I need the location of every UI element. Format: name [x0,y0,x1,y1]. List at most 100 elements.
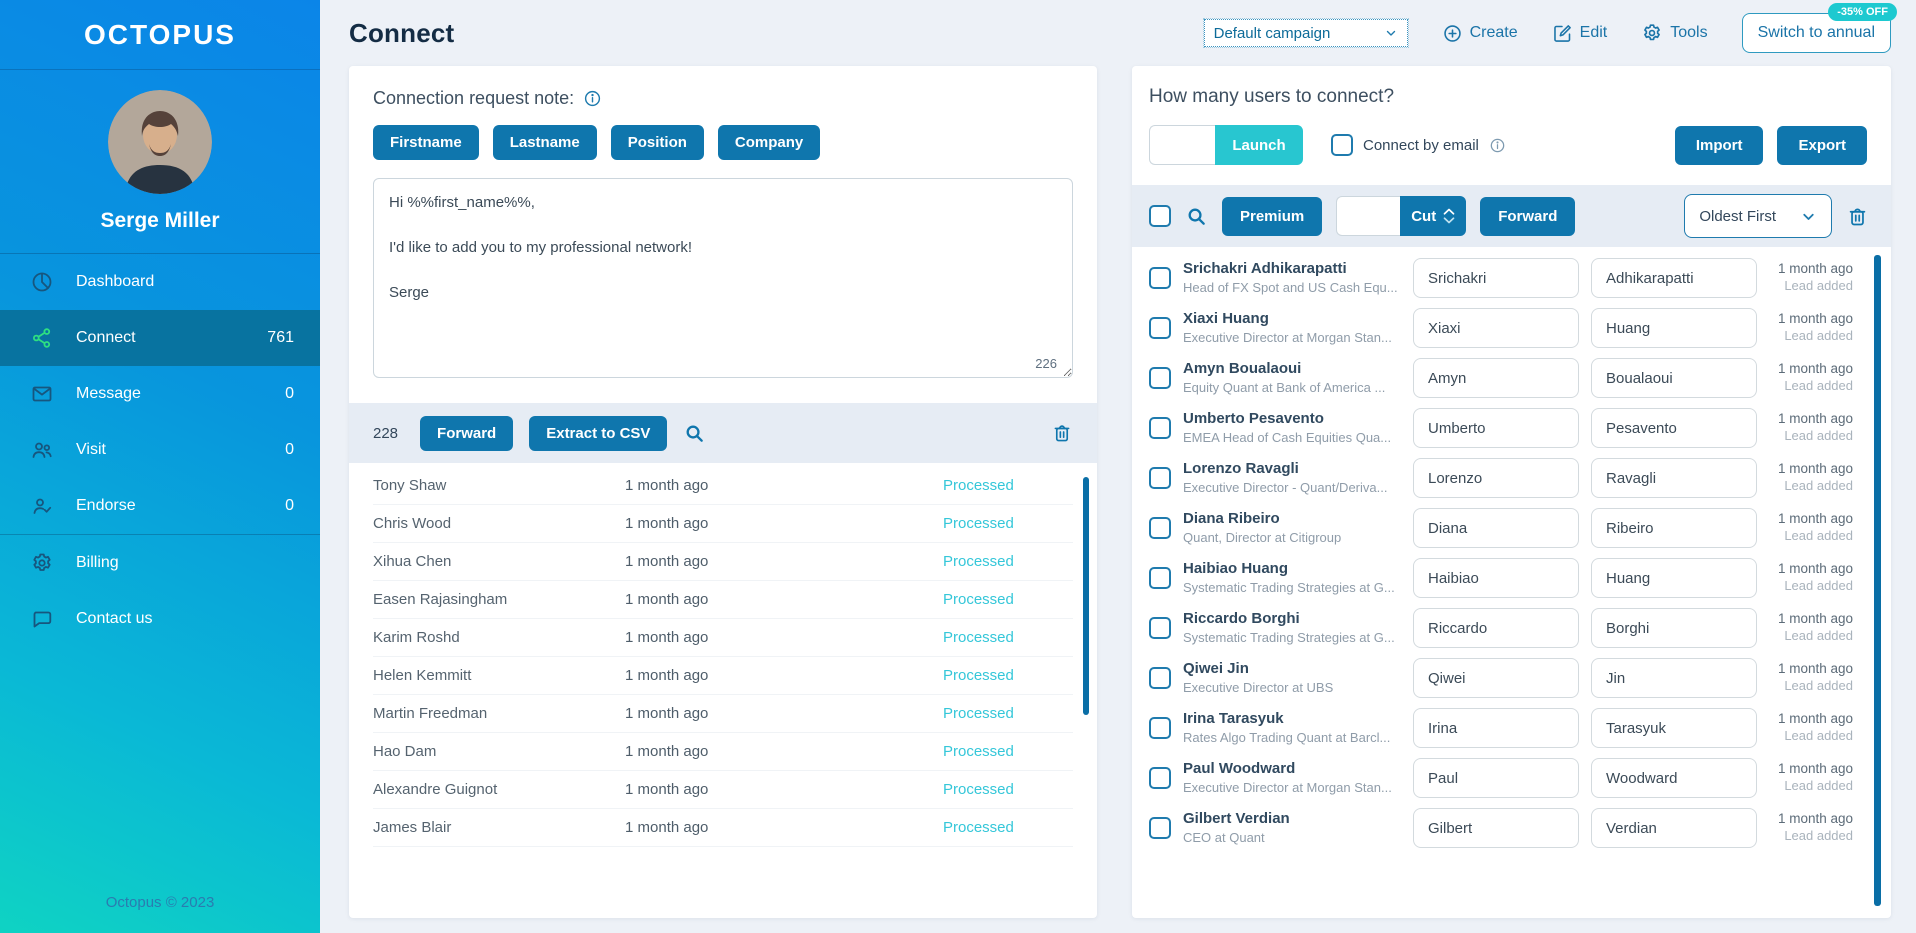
sidebar-item-billing[interactable]: Billing [0,535,320,591]
sent-row[interactable]: Xihua Chen 1 month ago Processed [373,543,1073,581]
cut-button[interactable]: Cut [1400,196,1467,236]
trash-icon[interactable] [1846,205,1869,228]
user-checkbox[interactable] [1149,317,1171,339]
sidebar-item-message[interactable]: Message 0 [0,366,320,422]
first-name-input[interactable] [1413,308,1579,348]
sidebar-item-endorse[interactable]: Endorse 0 [0,478,320,534]
info-icon[interactable] [1489,137,1506,154]
search-icon[interactable] [683,422,706,445]
user-info[interactable]: Lorenzo Ravagli Executive Director - Qua… [1183,460,1401,496]
user-info[interactable]: Srichakri Adhikarapatti Head of FX Spot … [1183,260,1401,296]
sidebar-item-contact-us[interactable]: Contact us [0,591,320,647]
variable-button[interactable]: Position [610,125,704,160]
user-info[interactable]: Irina Tarasyuk Rates Algo Trading Quant … [1183,710,1401,746]
sent-row[interactable]: Alexandre Guignot 1 month ago Processed [373,771,1073,809]
first-name-input[interactable] [1413,608,1579,648]
first-name-input[interactable] [1413,558,1579,598]
extract-to-csv-button[interactable]: Extract to CSV [529,415,668,451]
connect-by-email-checkbox[interactable] [1331,134,1353,156]
import-button[interactable]: Import [1674,125,1764,165]
user-info[interactable]: Amyn Boualaoui Equity Quant at Bank of A… [1183,360,1401,396]
first-name-input[interactable] [1413,508,1579,548]
user-checkbox[interactable] [1149,417,1171,439]
first-name-input[interactable] [1413,458,1579,498]
sent-row[interactable]: Tony Shaw 1 month ago Processed [373,467,1073,505]
last-name-input[interactable] [1591,258,1757,298]
first-name-input[interactable] [1413,258,1579,298]
search-icon[interactable] [1185,205,1208,228]
forward-button[interactable]: Forward [420,415,514,451]
sent-row[interactable]: Easen Rajasingham 1 month ago Processed [373,581,1073,619]
user-checkbox[interactable] [1149,667,1171,689]
tools-button[interactable]: Tools [1641,22,1708,44]
first-name-input[interactable] [1413,758,1579,798]
sort-select[interactable]: Oldest First [1684,194,1832,238]
last-name-input[interactable] [1591,608,1757,648]
trash-icon[interactable] [1051,422,1073,444]
launch-button[interactable]: Launch [1215,125,1303,165]
user-checkbox[interactable] [1149,367,1171,389]
user-checkbox[interactable] [1149,717,1171,739]
first-name-input[interactable] [1413,808,1579,848]
contact-name: James Blair [373,819,452,836]
last-name-input[interactable] [1591,458,1757,498]
first-name-input[interactable] [1413,408,1579,448]
variable-button[interactable]: Company [717,125,821,160]
last-name-input[interactable] [1591,308,1757,348]
user-title: Systematic Trading Strategies at G... [1183,580,1395,596]
scrollbar-thumb[interactable] [1874,255,1881,906]
user-checkbox[interactable] [1149,467,1171,489]
last-name-input[interactable] [1591,708,1757,748]
last-name-input[interactable] [1591,408,1757,448]
last-name-input[interactable] [1591,508,1757,548]
sent-row[interactable]: Martin Freedman 1 month ago Processed [373,695,1073,733]
forward-button[interactable]: Forward [1480,196,1576,236]
last-name-input[interactable] [1591,758,1757,798]
switch-to-annual-button[interactable]: Switch to annual -35% OFF [1741,3,1897,53]
user-info[interactable]: Umberto Pesavento EMEA Head of Cash Equi… [1183,410,1401,446]
user-info[interactable]: Gilbert Verdian CEO at Quant [1183,810,1401,846]
user-checkbox[interactable] [1149,267,1171,289]
user-info[interactable]: Diana Ribeiro Quant, Director at Citigro… [1183,510,1401,546]
lead-time: 1 month ago [1777,261,1853,277]
sidebar-item-connect[interactable]: Connect 761 [0,310,320,366]
sent-row[interactable]: James Blair 1 month ago Processed [373,809,1073,847]
create-button[interactable]: Create [1442,23,1518,44]
last-name-input[interactable] [1591,558,1757,598]
user-checkbox[interactable] [1149,567,1171,589]
last-name-input[interactable] [1591,808,1757,848]
sidebar-item-dashboard[interactable]: Dashboard [0,254,320,310]
sent-row[interactable]: Hao Dam 1 month ago Processed [373,733,1073,771]
export-button[interactable]: Export [1777,125,1867,165]
scrollbar-thumb[interactable] [1083,477,1089,715]
note-textarea[interactable] [373,178,1073,378]
user-info[interactable]: Riccardo Borghi Systematic Trading Strat… [1183,610,1401,646]
user-info[interactable]: Qiwei Jin Executive Director at UBS [1183,660,1401,696]
variable-button[interactable]: Firstname [373,125,479,160]
sent-row[interactable]: Chris Wood 1 month ago Processed [373,505,1073,543]
info-icon[interactable] [583,89,602,108]
first-name-input[interactable] [1413,358,1579,398]
user-checkbox[interactable] [1149,617,1171,639]
first-name-input[interactable] [1413,708,1579,748]
first-name-input[interactable] [1413,658,1579,698]
last-name-input[interactable] [1591,358,1757,398]
user-checkbox[interactable] [1149,817,1171,839]
sent-row[interactable]: Helen Kemmitt 1 month ago Processed [373,657,1073,695]
user-checkbox[interactable] [1149,767,1171,789]
user-checkbox[interactable] [1149,517,1171,539]
sent-row[interactable]: Karim Roshd 1 month ago Processed [373,619,1073,657]
select-all-checkbox[interactable] [1149,205,1171,227]
user-info[interactable]: Haibiao Huang Systematic Trading Strateg… [1183,560,1401,596]
users-count-input[interactable] [1149,125,1215,165]
cut-count-input[interactable] [1336,196,1401,236]
premium-button[interactable]: Premium [1222,196,1323,236]
user-info[interactable]: Xiaxi Huang Executive Director at Morgan… [1183,310,1401,346]
last-name-input[interactable] [1591,658,1757,698]
variable-button[interactable]: Lastname [492,125,597,160]
sidebar-item-visit[interactable]: Visit 0 [0,422,320,478]
user-info[interactable]: Paul Woodward Executive Director at Morg… [1183,760,1401,796]
campaign-select[interactable]: Default campaign [1202,18,1409,48]
user-name: Lorenzo Ravagli [1183,460,1299,478]
edit-button[interactable]: Edit [1552,23,1607,44]
